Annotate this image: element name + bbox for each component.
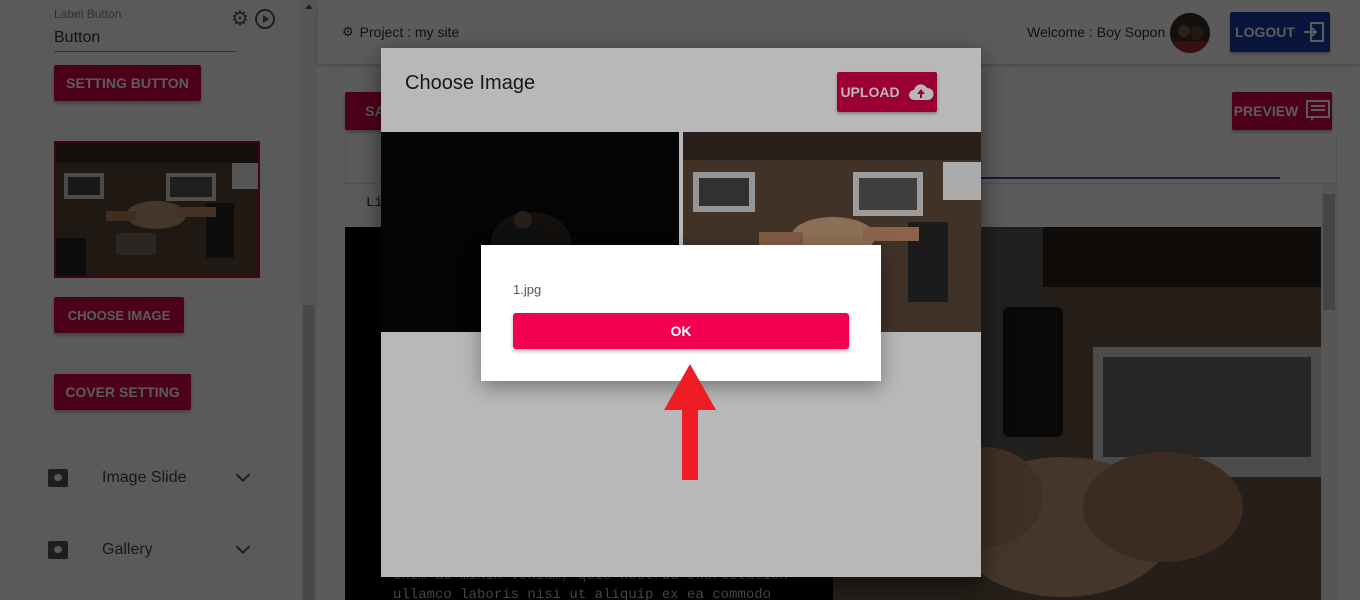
ok-button[interactable]: OK — [513, 313, 849, 349]
alert-dialog: 1.jpg OK — [481, 245, 881, 381]
red-arrow-annotation — [664, 364, 716, 480]
selected-file-name: 1.jpg — [513, 282, 542, 297]
